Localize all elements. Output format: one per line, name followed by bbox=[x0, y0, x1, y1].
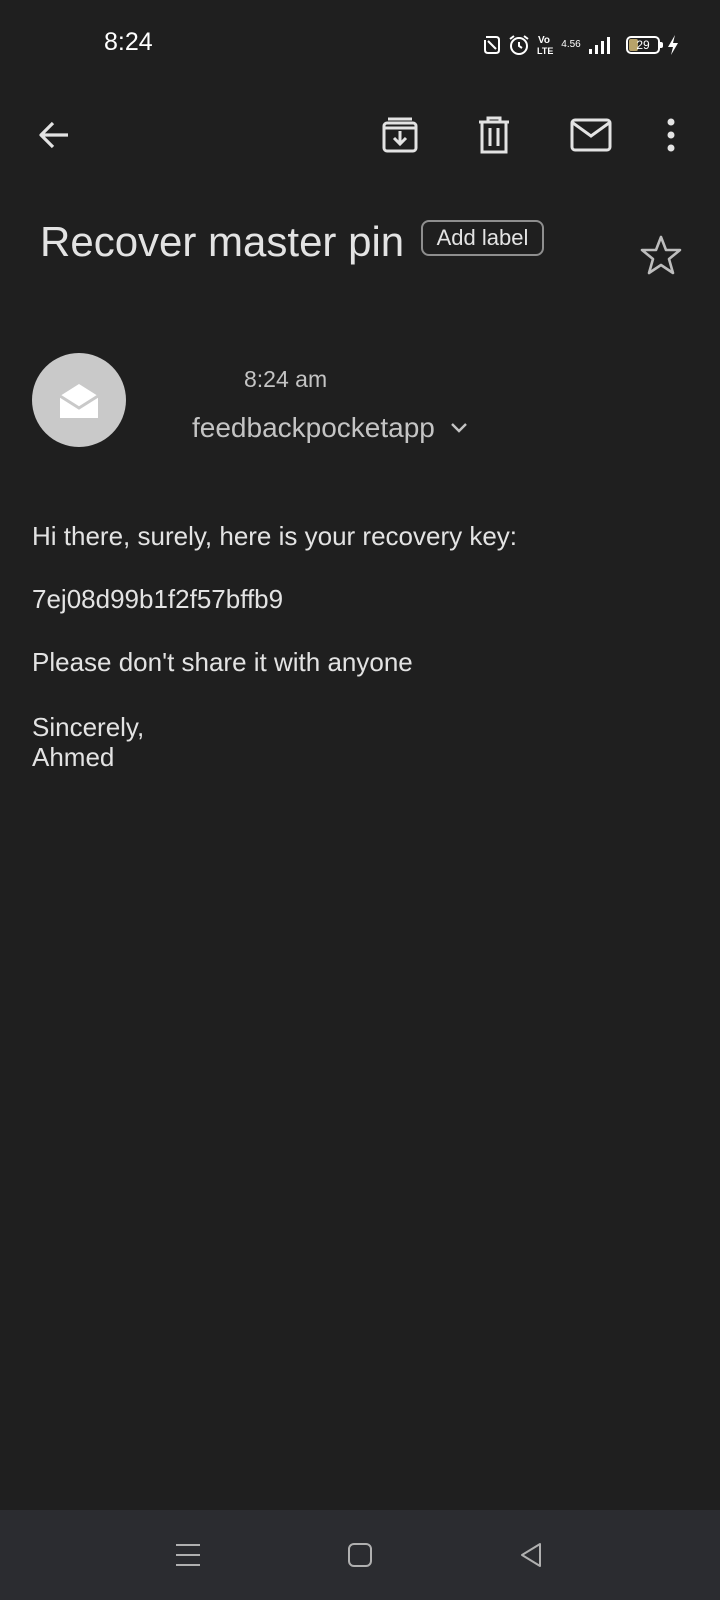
home-icon bbox=[348, 1543, 372, 1567]
mark-unread-icon bbox=[570, 118, 612, 152]
sent-time: 8:24 am bbox=[244, 366, 328, 392]
envelope-open-icon bbox=[59, 384, 99, 418]
mark-unread-button[interactable] bbox=[563, 107, 619, 163]
archive-button[interactable] bbox=[372, 107, 428, 163]
back-icon bbox=[521, 1543, 541, 1567]
back-button[interactable] bbox=[26, 107, 82, 163]
body-signature: Ahmed bbox=[32, 742, 115, 772]
status-bar: 8:24 Vo LTE 4.56 29 bbox=[0, 0, 720, 90]
archive-icon bbox=[382, 117, 418, 153]
email-subject: Recover master pin bbox=[40, 218, 405, 265]
star-icon bbox=[640, 235, 682, 275]
battery-icon: 29 bbox=[626, 36, 663, 54]
email-body: Hi there, surely, here is your recovery … bbox=[32, 518, 682, 772]
network-speed: 4.56 bbox=[561, 39, 581, 50]
status-time: 8:24 bbox=[104, 28, 153, 56]
star-button[interactable] bbox=[638, 232, 684, 278]
back-arrow-icon bbox=[39, 121, 68, 149]
delete-button[interactable] bbox=[466, 107, 522, 163]
alarm-icon bbox=[508, 34, 530, 56]
more-options-icon bbox=[667, 118, 675, 152]
subject-row: Recover master pin Add label bbox=[40, 218, 640, 266]
more-options-button[interactable] bbox=[648, 107, 694, 163]
svg-text:LTE: LTE bbox=[537, 46, 553, 56]
system-back-button[interactable] bbox=[508, 1532, 554, 1578]
svg-text:Vo: Vo bbox=[538, 35, 550, 46]
recovery-key: 7ej08d99b1f2f57bffb9 bbox=[32, 584, 284, 614]
delete-icon bbox=[479, 116, 509, 154]
body-signoff: Sincerely, bbox=[32, 712, 145, 742]
signal-icon bbox=[588, 35, 614, 55]
recents-button[interactable] bbox=[165, 1532, 211, 1578]
home-button[interactable] bbox=[337, 1532, 383, 1578]
sender-name: feedbackpocketapp bbox=[192, 412, 435, 443]
nfc-icon bbox=[482, 34, 502, 56]
battery-level: 29 bbox=[636, 38, 650, 52]
charging-icon bbox=[666, 34, 680, 56]
status-icons: Vo LTE 4.56 29 bbox=[482, 30, 680, 60]
add-label-button[interactable]: Add label bbox=[420, 220, 545, 256]
sender-details-toggle[interactable]: feedbackpocketapp bbox=[192, 412, 469, 444]
body-warning: Please don't share it with anyone bbox=[32, 647, 413, 677]
recents-icon bbox=[176, 1544, 200, 1566]
body-greeting: Hi there, surely, here is your recovery … bbox=[32, 521, 518, 551]
sender-avatar[interactable] bbox=[32, 353, 126, 447]
top-app-bar bbox=[0, 95, 720, 175]
chevron-down-icon bbox=[451, 423, 467, 433]
system-nav-bar bbox=[0, 1510, 720, 1600]
volte-icon: Vo LTE bbox=[536, 33, 554, 57]
